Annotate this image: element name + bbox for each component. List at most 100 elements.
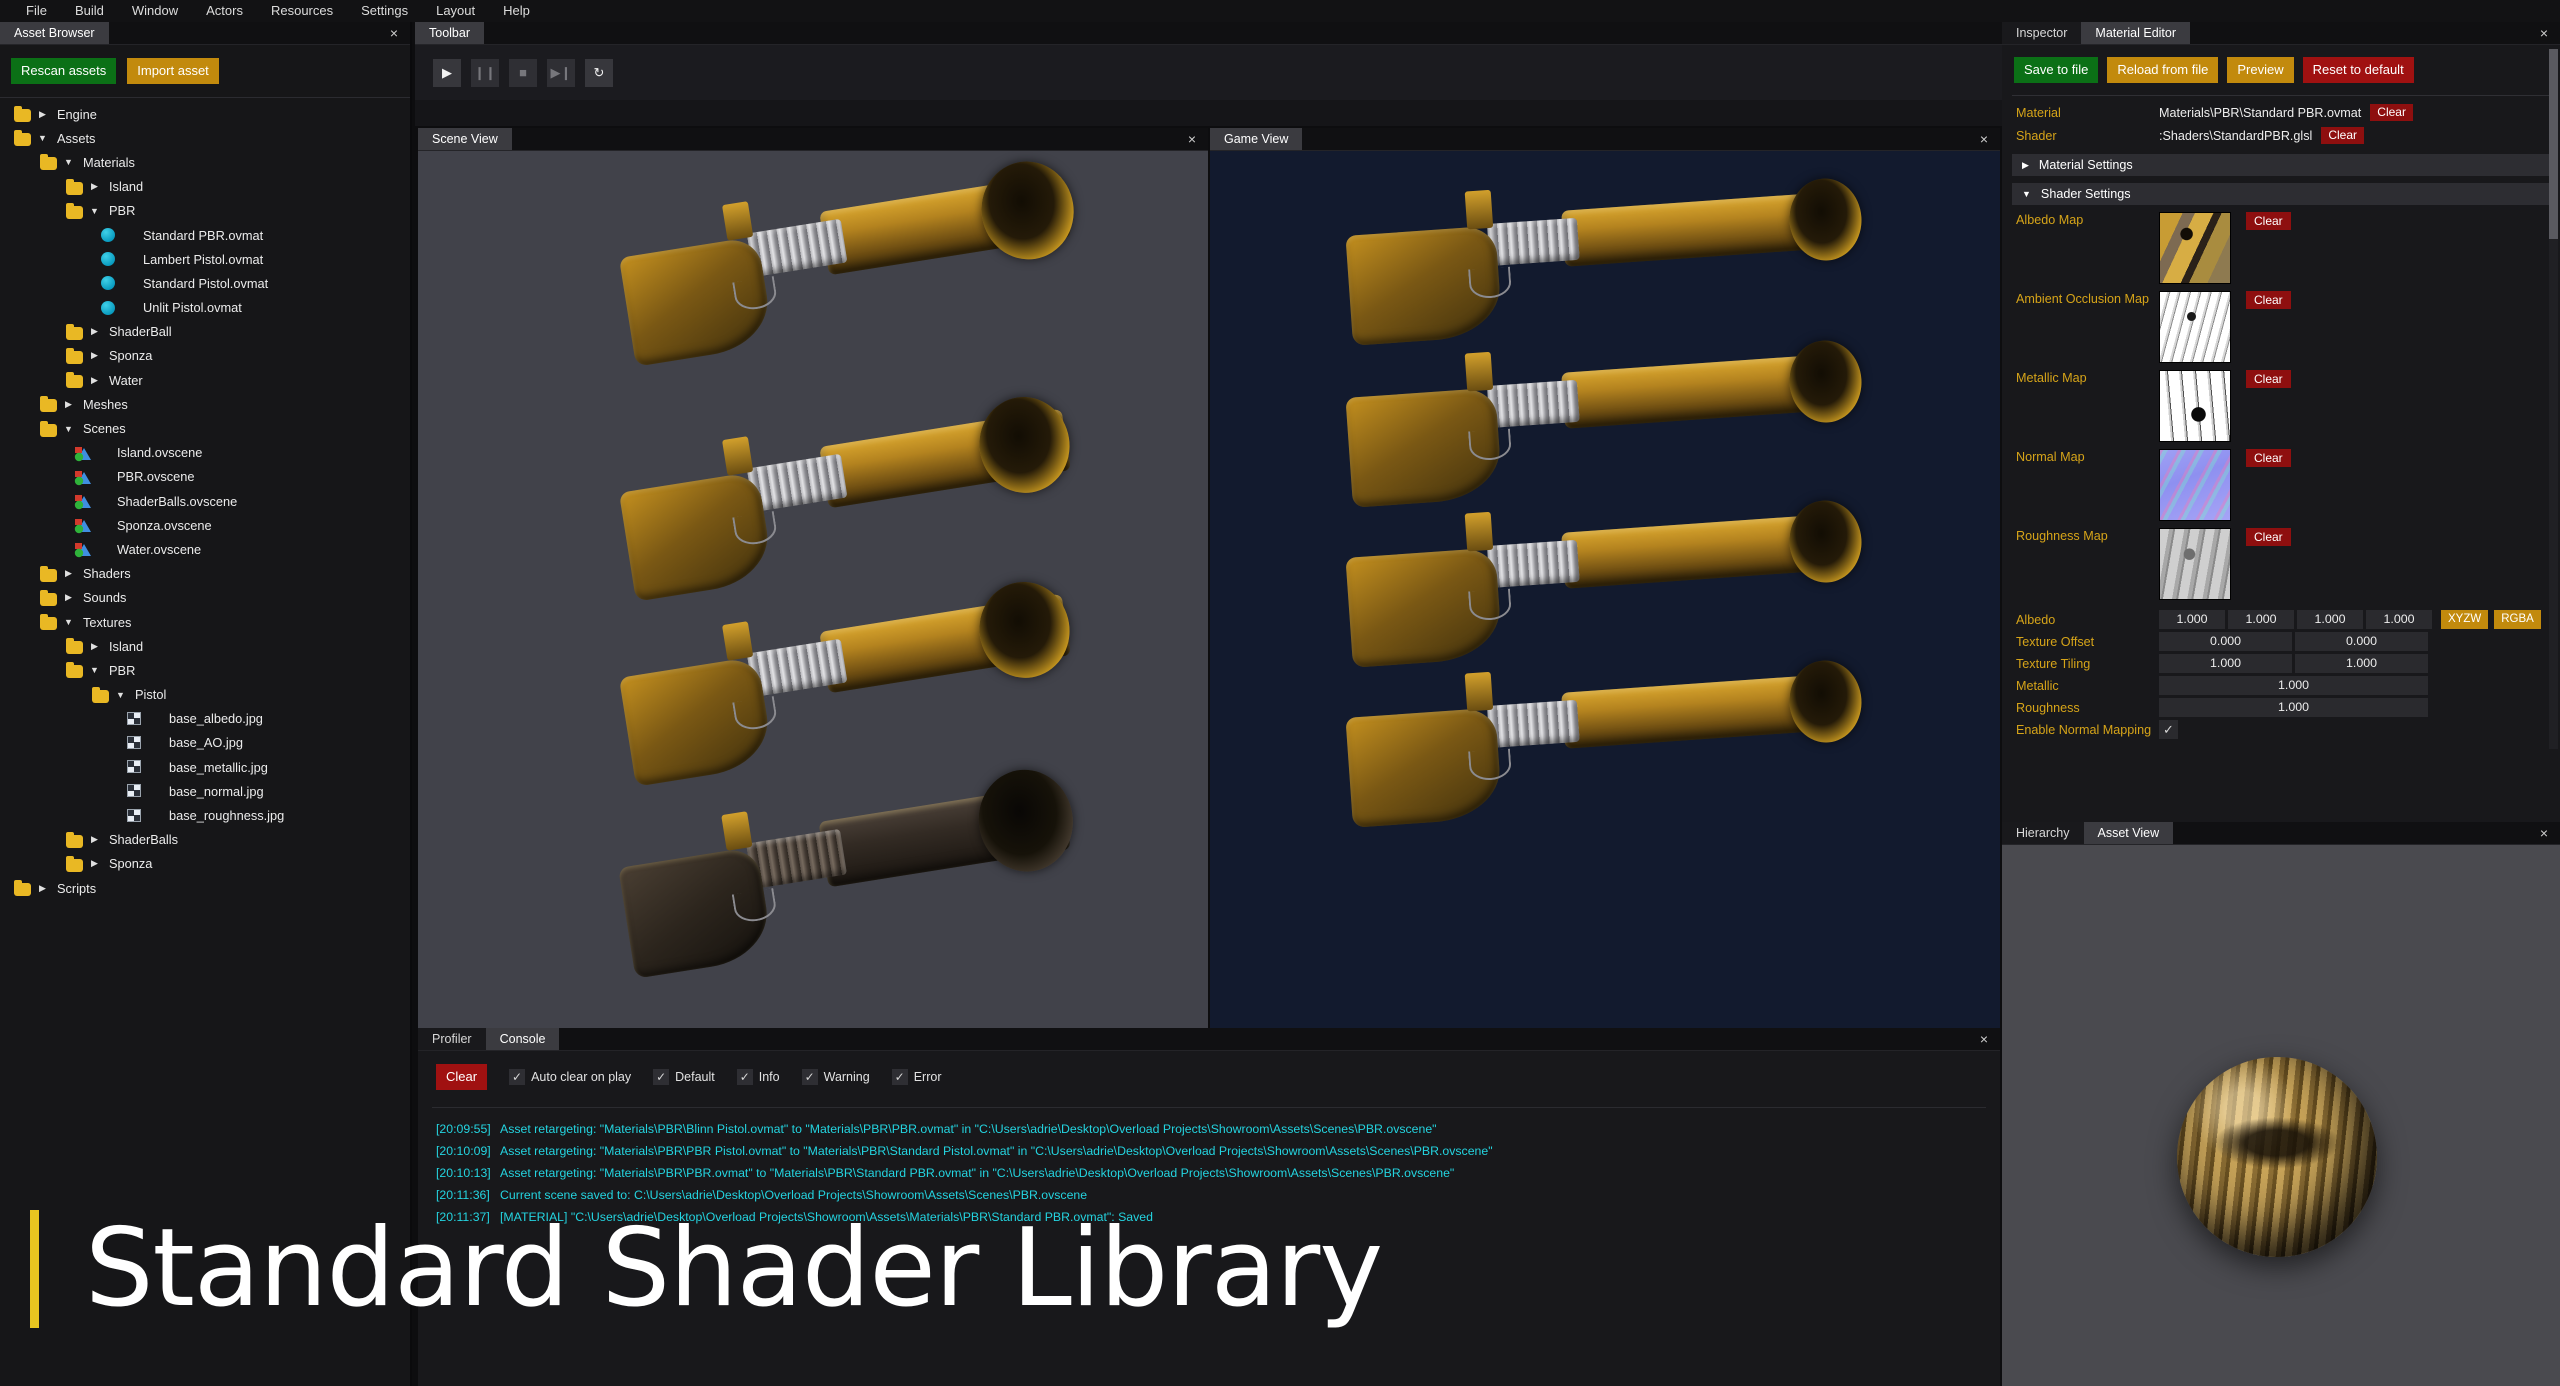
asset-view-body[interactable] xyxy=(2002,845,2560,1386)
metallic-map-clear-button[interactable]: Clear xyxy=(2246,370,2291,388)
preview-button[interactable]: Preview xyxy=(2227,57,2294,83)
console-filter[interactable]: ✓ Error xyxy=(891,1069,941,1085)
rgba-toggle-button[interactable]: RGBA xyxy=(2494,610,2541,629)
ambient-occlusion-map-clear-button[interactable]: Clear xyxy=(2246,291,2291,309)
tree-item[interactable]: ▶ Engine xyxy=(0,102,410,126)
chevron-right-icon[interactable]: ▶ xyxy=(36,109,49,120)
checkbox-info[interactable]: ✓ xyxy=(736,1069,753,1085)
checkbox-auto-clear-on-play[interactable]: ✓ xyxy=(509,1069,526,1085)
chevron-down-icon[interactable]: ▼ xyxy=(62,157,75,167)
tree-item[interactable]: ▼ PBR xyxy=(0,199,410,223)
game-viewport[interactable] xyxy=(1210,151,2000,1028)
close-icon[interactable]: × xyxy=(2536,25,2552,41)
albedo-x-field[interactable]: 1.000 xyxy=(2159,610,2225,629)
tab-scene-view[interactable]: Scene View xyxy=(418,128,512,150)
shader-clear-button[interactable]: Clear xyxy=(2321,127,2364,144)
rescan-assets-button[interactable]: Rescan assets xyxy=(11,58,117,84)
checkbox-default[interactable]: ✓ xyxy=(653,1069,670,1085)
tab-hierarchy[interactable]: Hierarchy xyxy=(2002,822,2084,844)
close-icon[interactable]: × xyxy=(1976,131,1992,147)
close-icon[interactable]: × xyxy=(1976,1031,1992,1047)
console-filter[interactable]: ✓ Info xyxy=(736,1069,780,1085)
tree-item[interactable]: ▼ Assets xyxy=(0,126,410,150)
chevron-right-icon[interactable]: ▶ xyxy=(88,350,101,361)
texture-offset-v-field[interactable]: 0.000 xyxy=(2295,632,2428,651)
shader-value[interactable]: :Shaders\StandardPBR.glsl xyxy=(2159,129,2312,143)
albedo-map-thumbnail[interactable] xyxy=(2159,212,2231,284)
tree-item[interactable]: ▼ Scenes xyxy=(0,416,410,440)
roughness-map-thumbnail[interactable] xyxy=(2159,528,2231,600)
metallic-field[interactable]: 1.000 xyxy=(2159,676,2428,695)
normal-map-thumbnail[interactable] xyxy=(2159,449,2231,521)
roughness-field[interactable]: 1.000 xyxy=(2159,698,2428,717)
tree-item[interactable]: ▶ Sounds xyxy=(0,586,410,610)
tree-item[interactable]: ▼ PBR xyxy=(0,658,410,682)
tree-item[interactable]: Standard Pistol.ovmat xyxy=(0,271,410,295)
clear-console-button[interactable]: Clear xyxy=(436,1064,488,1090)
tree-item[interactable]: Sponza.ovscene xyxy=(0,513,410,537)
menu-item-resources[interactable]: Resources xyxy=(257,0,347,22)
reset-to-default-button[interactable]: Reset to default xyxy=(2302,57,2414,83)
tree-item[interactable]: ▶ Sponza xyxy=(0,344,410,368)
menu-item-help[interactable]: Help xyxy=(489,0,544,22)
save-to-file-button[interactable]: Save to file xyxy=(2014,57,2099,83)
tree-item[interactable]: ▼ Textures xyxy=(0,610,410,634)
tree-item[interactable]: ▶ Meshes xyxy=(0,392,410,416)
import-asset-button[interactable]: Import asset xyxy=(127,58,219,84)
menu-item-actors[interactable]: Actors xyxy=(192,0,257,22)
tree-item[interactable]: Lambert Pistol.ovmat xyxy=(0,247,410,271)
albedo-z-field[interactable]: 1.000 xyxy=(2297,610,2363,629)
refresh-button[interactable]: ↻ xyxy=(585,58,613,87)
tree-item[interactable]: Water.ovscene xyxy=(0,537,410,561)
inspector-scrollbar-thumb[interactable] xyxy=(2549,49,2558,239)
material-settings-section[interactable]: ▶ Material Settings xyxy=(2012,154,2550,176)
metallic-map-thumbnail[interactable] xyxy=(2159,370,2231,442)
close-icon[interactable]: × xyxy=(1184,131,1200,147)
tree-item[interactable]: ▶ Water xyxy=(0,368,410,392)
chevron-right-icon[interactable]: ▶ xyxy=(62,592,75,603)
normal-map-clear-button[interactable]: Clear xyxy=(2246,449,2291,467)
pause-button[interactable]: ❙❙ xyxy=(471,58,499,87)
albedo-y-field[interactable]: 1.000 xyxy=(2228,610,2294,629)
tree-item[interactable]: base_roughness.jpg xyxy=(0,803,410,827)
tab-profiler[interactable]: Profiler xyxy=(418,1028,486,1050)
panel-divider[interactable] xyxy=(410,22,412,1386)
texture-tiling-u-field[interactable]: 1.000 xyxy=(2159,654,2292,673)
tab-inspector[interactable]: Inspector xyxy=(2002,22,2082,44)
reload-from-file-button[interactable]: Reload from file xyxy=(2107,57,2219,83)
chevron-right-icon[interactable]: ▶ xyxy=(62,568,75,579)
chevron-right-icon[interactable]: ▶ xyxy=(88,375,101,386)
console-filter[interactable]: ✓ Default xyxy=(653,1069,715,1085)
tree-item[interactable]: base_normal.jpg xyxy=(0,779,410,803)
tree-item[interactable]: ▶ ShaderBalls xyxy=(0,828,410,852)
texture-tiling-v-field[interactable]: 1.000 xyxy=(2295,654,2428,673)
chevron-right-icon[interactable]: ▶ xyxy=(88,326,101,337)
enable-normal-mapping-checkbox[interactable]: ✓ xyxy=(2159,720,2178,739)
chevron-right-icon[interactable]: ▶ xyxy=(62,399,75,410)
tree-item[interactable]: Island.ovscene xyxy=(0,441,410,465)
chevron-down-icon[interactable]: ▼ xyxy=(62,424,75,434)
tab-asset-view[interactable]: Asset View xyxy=(2083,822,2174,844)
tree-item[interactable]: ▶ Scripts xyxy=(0,876,410,900)
scene-viewport[interactable] xyxy=(418,151,1208,1028)
tab-toolbar[interactable]: Toolbar xyxy=(415,22,484,44)
close-icon[interactable]: × xyxy=(386,25,402,41)
tree-item[interactable]: base_AO.jpg xyxy=(0,731,410,755)
console-filter[interactable]: ✓ Auto clear on play xyxy=(509,1069,631,1085)
texture-offset-u-field[interactable]: 0.000 xyxy=(2159,632,2292,651)
chevron-down-icon[interactable]: ▼ xyxy=(114,690,127,700)
shader-settings-section[interactable]: ▼ Shader Settings xyxy=(2012,183,2550,205)
stop-button[interactable]: ■ xyxy=(509,58,537,87)
menu-item-settings[interactable]: Settings xyxy=(347,0,422,22)
albedo-w-field[interactable]: 1.000 xyxy=(2366,610,2432,629)
tab-console[interactable]: Console xyxy=(485,1028,560,1050)
ambient-occlusion-map-thumbnail[interactable] xyxy=(2159,291,2231,363)
roughness-map-clear-button[interactable]: Clear xyxy=(2246,528,2291,546)
chevron-right-icon[interactable]: ▶ xyxy=(88,181,101,192)
material-clear-button[interactable]: Clear xyxy=(2370,104,2413,121)
albedo-map-clear-button[interactable]: Clear xyxy=(2246,212,2291,230)
tree-item[interactable]: ShaderBalls.ovscene xyxy=(0,489,410,513)
material-value[interactable]: Materials\PBR\Standard PBR.ovmat xyxy=(2159,106,2361,120)
tree-item[interactable]: Unlit Pistol.ovmat xyxy=(0,296,410,320)
tree-item[interactable]: ▶ Sponza xyxy=(0,852,410,876)
